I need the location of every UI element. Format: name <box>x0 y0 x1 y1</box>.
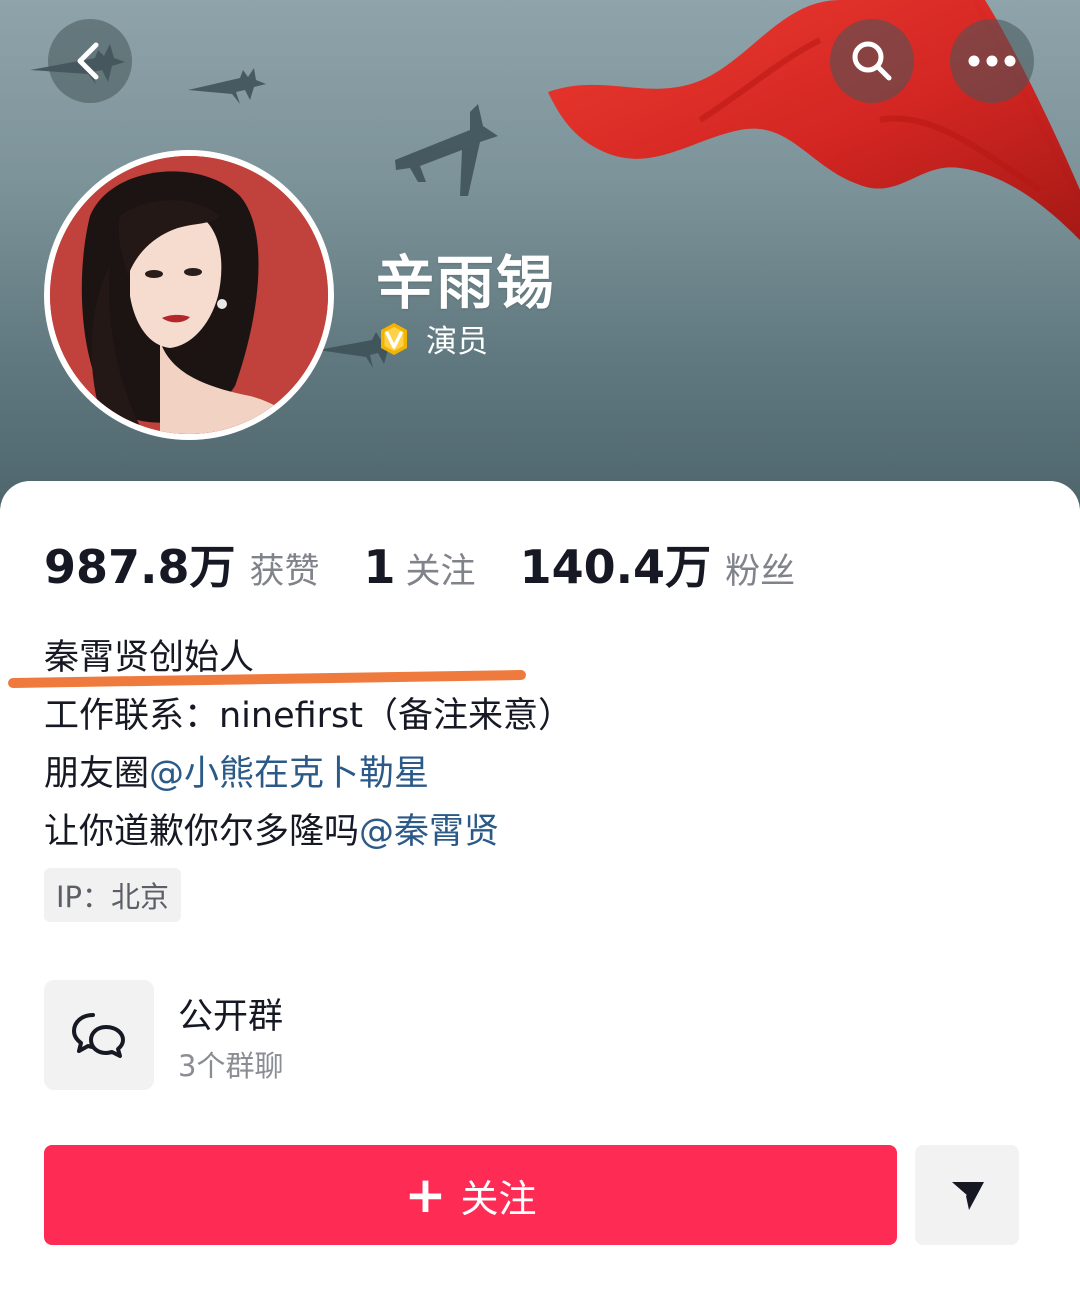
bio-line: 让你道歉你尔多隆吗@秦霄贤 <box>44 803 573 861</box>
profile-banner: 辛雨锡 演员 <box>0 0 1080 520</box>
stat-followers-value: 140.4万 <box>519 540 712 594</box>
avatar[interactable] <box>44 150 334 440</box>
more-horizontal-icon <box>968 55 1016 67</box>
more-options-button[interactable] <box>950 19 1034 103</box>
search-button[interactable] <box>830 19 914 103</box>
chat-bubbles-icon <box>72 1013 125 1058</box>
search-icon <box>852 41 892 81</box>
bio-text: 朋友圈 <box>44 754 150 794</box>
verified-label: 演员 <box>426 324 488 360</box>
chevron-left-icon <box>77 42 99 80</box>
verified-badge-icon <box>381 322 407 355</box>
send-icon <box>949 1181 984 1210</box>
follow-button[interactable]: + 关注 <box>44 1145 897 1245</box>
stat-likes[interactable]: 987.8万 获赞 <box>44 531 320 597</box>
bio-line: 工作联系：ninefirst（备注来意） <box>44 696 574 736</box>
back-button[interactable] <box>48 19 132 103</box>
mention-link[interactable]: @秦霄贤 <box>359 812 499 852</box>
transport-plane-silhouette <box>395 104 498 196</box>
group-icon-box <box>44 980 154 1090</box>
plus-icon: + <box>404 1166 447 1224</box>
avatar-portrait <box>50 156 328 434</box>
stat-following-label: 关注 <box>405 552 476 592</box>
group-count: 3个群聊 <box>178 1049 284 1083</box>
verification-row: 演员 <box>376 316 488 361</box>
profile-stats: 987.8万 获赞 1 关注 140.4万 粉丝 <box>44 531 795 597</box>
group-title: 公开群 <box>178 997 284 1037</box>
stat-followers[interactable]: 140.4万 粉丝 <box>520 531 796 597</box>
stat-following-value: 1 <box>363 540 396 594</box>
profile-bio: 秦霄贤创始人 工作联系：ninefirst（备注来意） 朋友圈@小熊在克卜勒星 … <box>44 629 573 861</box>
public-group-entry[interactable]: 公开群 3个群聊 <box>44 980 944 1090</box>
bio-line: 朋友圈@小熊在克卜勒星 <box>44 745 573 803</box>
share-button[interactable] <box>915 1145 1019 1245</box>
profile-nickname: 辛雨锡 <box>376 249 557 317</box>
stat-followers-label: 粉丝 <box>725 552 796 592</box>
profile-info-card: 987.8万 获赞 1 关注 140.4万 粉丝 秦霄贤创始人 工作联系：ninefi… <box>0 481 1080 1296</box>
follow-label: 关注 <box>460 1176 537 1221</box>
bio-text: 让你道歉你尔多隆吗 <box>44 812 360 852</box>
stat-likes-label: 获赞 <box>249 552 320 592</box>
ip-location-tag: IP：北京 <box>44 868 182 922</box>
mention-link[interactable]: @小熊在克卜勒星 <box>149 754 429 794</box>
jet-silhouette <box>188 68 266 104</box>
stat-likes-value: 987.8万 <box>44 540 236 594</box>
stat-following[interactable]: 1 关注 <box>364 540 476 594</box>
